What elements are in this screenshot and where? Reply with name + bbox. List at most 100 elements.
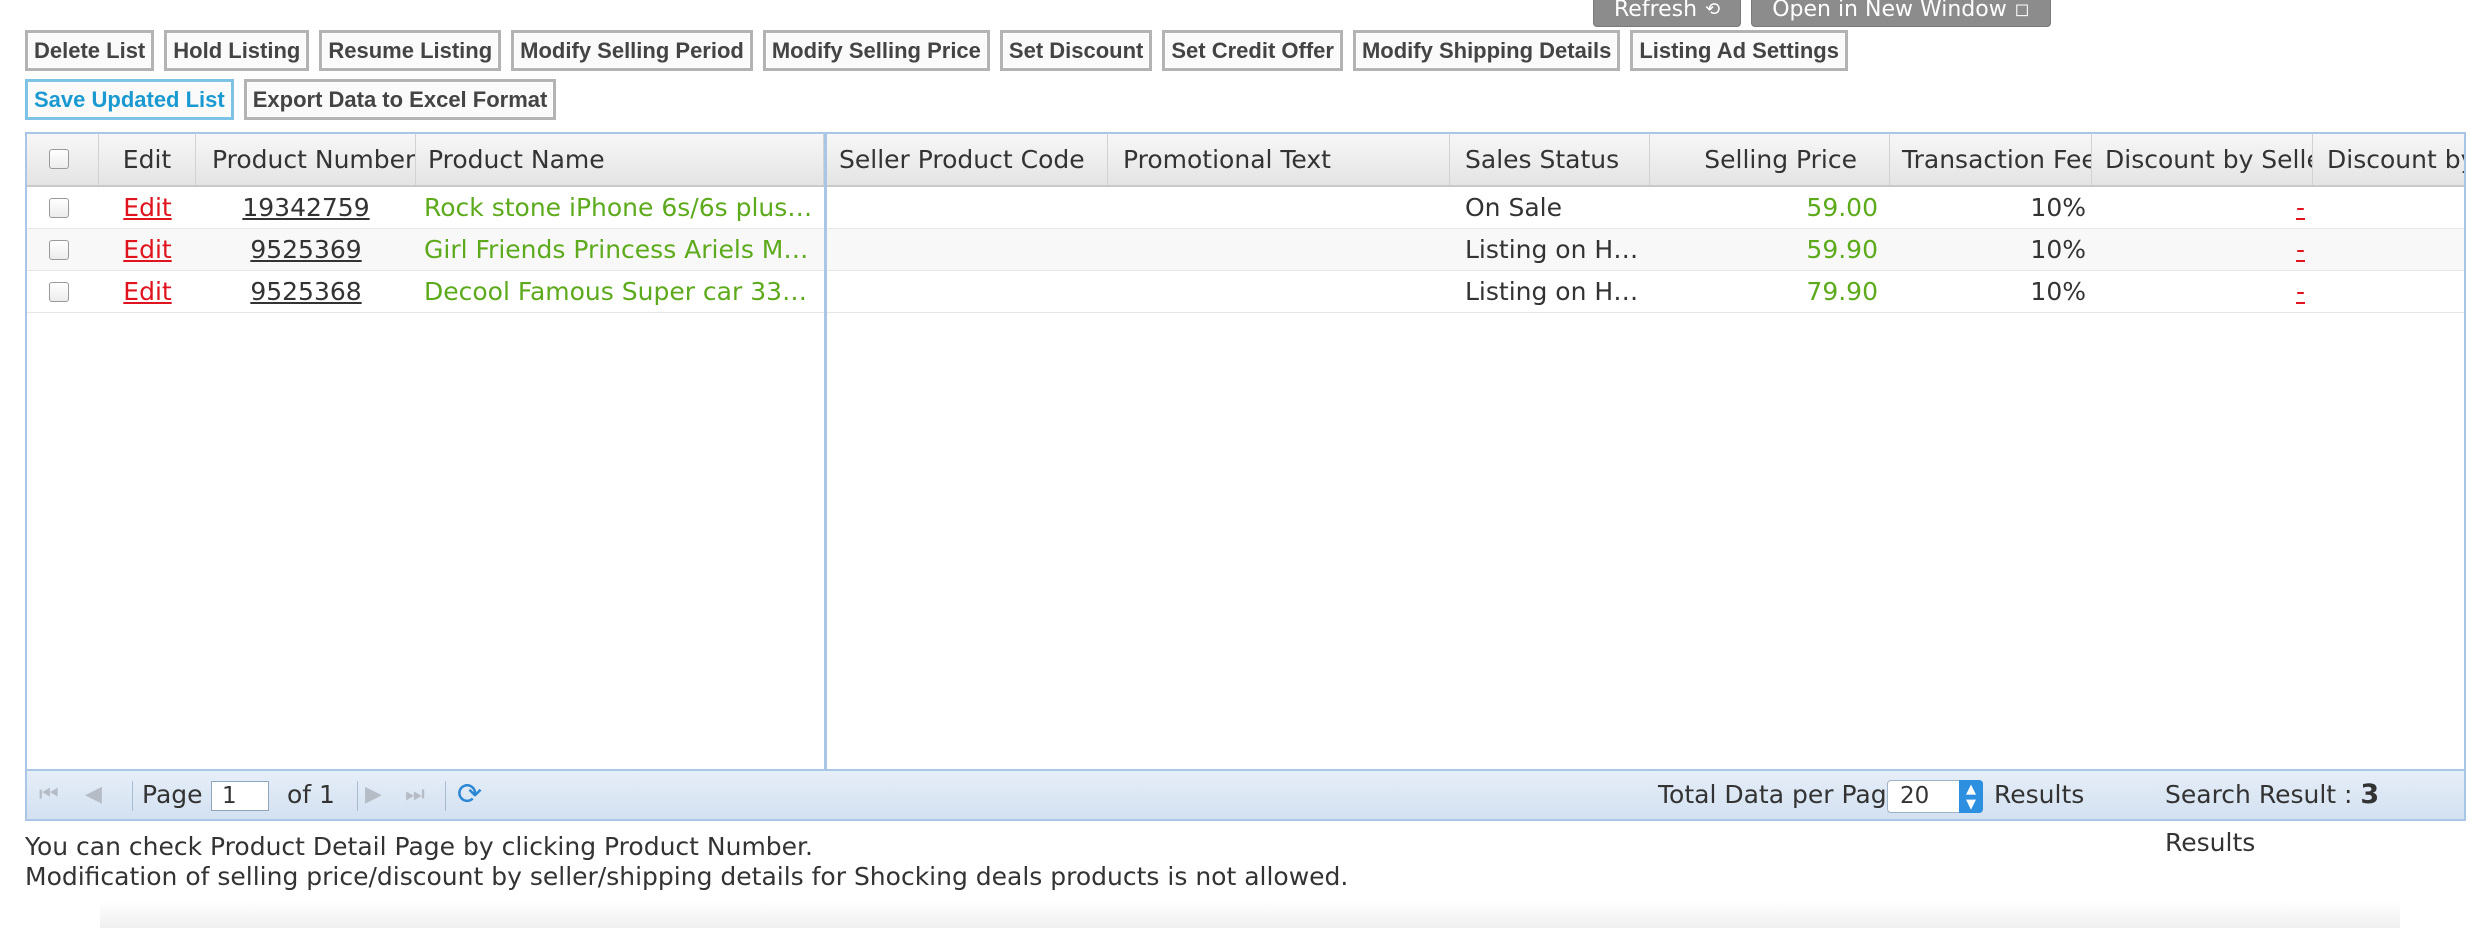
- frozen-column-splitter[interactable]: [824, 134, 827, 819]
- header-select-all-cell: [27, 134, 99, 185]
- page-label: Page: [142, 780, 203, 809]
- header-selling-price[interactable]: Selling Price: [1650, 134, 1890, 185]
- next-page-icon[interactable]: ▶: [365, 771, 382, 819]
- selling-price-cell: 79.90: [1806, 277, 1878, 306]
- table-row[interactable]: Edit 19342759 Rock stone iPhone 6s/6s pl…: [27, 187, 2464, 229]
- reload-icon[interactable]: ⟳: [457, 771, 482, 819]
- edit-link[interactable]: Edit: [99, 229, 196, 271]
- table-row[interactable]: Edit 9525368 Decool Famous Super car 333…: [27, 271, 2464, 313]
- discount-link[interactable]: -: [2296, 193, 2305, 222]
- page-count-label: of 1: [287, 780, 335, 809]
- table-row[interactable]: Edit 9525369 Girl Friends Princess Ariel…: [27, 229, 2464, 271]
- sales-status-cell: Listing on Ho…: [1465, 277, 1650, 306]
- promotional-text-cell: [1108, 271, 1450, 313]
- header-edit[interactable]: Edit: [99, 134, 196, 185]
- product-name-cell[interactable]: Decool Famous Super car 333…: [416, 271, 824, 313]
- note-shocking-deals: Modification of selling price/discount b…: [25, 862, 1349, 891]
- product-number-cell[interactable]: 9525369: [196, 229, 416, 271]
- discount-link[interactable]: -: [2296, 235, 2305, 264]
- selling-price-cell: 59.00: [1806, 193, 1878, 222]
- product-number-cell[interactable]: 19342759: [196, 187, 416, 229]
- edit-link[interactable]: Edit: [99, 187, 196, 229]
- promotional-text-cell: [1108, 187, 1450, 229]
- modify-shipping-details-button[interactable]: Modify Shipping Details: [1352, 30, 1621, 71]
- promotional-text-cell: [1108, 229, 1450, 271]
- set-credit-offer-button[interactable]: Set Credit Offer: [1162, 30, 1343, 71]
- header-discount-by[interactable]: Discount by: [2313, 134, 2464, 185]
- pager-bar: ⏮ ◀ Page 1 of 1 ▶ ⏭ ⟳ Total Data per Pag…: [27, 769, 2464, 857]
- set-discount-button[interactable]: Set Discount: [999, 30, 1153, 71]
- product-number-link[interactable]: 9525368: [250, 277, 361, 306]
- refresh-icon: ⟲: [1705, 0, 1721, 20]
- modify-selling-price-button[interactable]: Modify Selling Price: [762, 30, 990, 71]
- refresh-button[interactable]: Refresh ⟲: [1593, 0, 1742, 27]
- export-excel-button[interactable]: Export Data to Excel Format: [243, 79, 557, 120]
- selling-price-cell: 59.90: [1806, 235, 1878, 264]
- product-number-cell[interactable]: 9525368: [196, 271, 416, 313]
- pager-separator: [445, 781, 446, 811]
- sales-status-cell: Listing on Ho…: [1465, 235, 1650, 264]
- pager-separator: [132, 781, 133, 811]
- grid-header: Edit Product Number Product Name Seller …: [27, 134, 2464, 187]
- transaction-fee-cell: 10%: [2030, 193, 2086, 222]
- transaction-fee-cell: 10%: [2030, 277, 2086, 306]
- modify-selling-period-button[interactable]: Modify Selling Period: [511, 30, 753, 71]
- prev-page-icon[interactable]: ◀: [85, 771, 102, 819]
- edit-link-label[interactable]: Edit: [123, 193, 171, 222]
- product-number-link[interactable]: 19342759: [242, 193, 369, 222]
- delete-list-button[interactable]: Delete List: [25, 30, 155, 71]
- edit-link[interactable]: Edit: [99, 271, 196, 313]
- page-number-input[interactable]: 1: [211, 781, 269, 811]
- toolbar-row-2: Save Updated List Export Data to Excel F…: [25, 79, 557, 120]
- header-product-number[interactable]: Product Number: [196, 134, 416, 185]
- toolbar-row-1: Delete List Hold Listing Resume Listing …: [25, 30, 1848, 71]
- product-number-link[interactable]: 9525369: [250, 235, 361, 264]
- open-new-window-label: Open in New Window: [1772, 0, 2007, 22]
- row-checkbox[interactable]: [49, 240, 69, 260]
- edit-link-label[interactable]: Edit: [123, 277, 171, 306]
- spinner-arrows-icon: ▲ ▼: [1959, 780, 1983, 813]
- row-checkbox[interactable]: [49, 198, 69, 218]
- discount-by-seller-cell[interactable]: -: [2092, 271, 2313, 313]
- footer-shadow: [100, 900, 2400, 928]
- resume-listing-button[interactable]: Resume Listing: [319, 30, 502, 71]
- hold-listing-button[interactable]: Hold Listing: [164, 30, 310, 71]
- header-product-name[interactable]: Product Name: [416, 134, 824, 185]
- open-new-window-button[interactable]: Open in New Window ◻: [1751, 0, 2051, 27]
- per-page-label: Total Data per Page: [1658, 780, 1902, 809]
- save-updated-list-button[interactable]: Save Updated List: [25, 79, 234, 120]
- header-seller-product-code[interactable]: Seller Product Code: [827, 134, 1108, 185]
- results-label: Results: [1994, 780, 2085, 809]
- listing-ad-settings-button[interactable]: Listing Ad Settings: [1630, 30, 1848, 71]
- header-discount-by-seller[interactable]: Discount by Seller: [2092, 134, 2313, 185]
- discount-by-seller-cell[interactable]: -: [2092, 229, 2313, 271]
- product-name-cell[interactable]: Girl Friends Princess Ariels Ma…: [416, 229, 824, 271]
- product-name-cell[interactable]: Rock stone iPhone 6s/6s plus…: [416, 187, 824, 229]
- edit-link-label[interactable]: Edit: [123, 235, 171, 264]
- top-actions: Refresh ⟲ Open in New Window ◻: [1593, 0, 2051, 27]
- search-result-suffix: Results: [2165, 828, 2256, 857]
- search-result-count: 3: [2360, 779, 2380, 810]
- seller-product-code-cell: [827, 271, 1108, 313]
- header-sales-status[interactable]: Sales Status: [1450, 134, 1650, 185]
- new-window-icon: ◻: [2014, 0, 2030, 20]
- transaction-fee-cell: 10%: [2030, 235, 2086, 264]
- pager-separator: [357, 781, 358, 811]
- select-all-checkbox[interactable]: [49, 149, 69, 169]
- first-page-icon[interactable]: ⏮: [39, 771, 59, 819]
- search-result-summary: Search Result : 3 Results: [2165, 771, 2464, 857]
- per-page-select[interactable]: 20 ▲ ▼: [1887, 780, 1983, 813]
- discount-link[interactable]: -: [2296, 277, 2305, 306]
- refresh-label: Refresh: [1614, 0, 1698, 22]
- header-transaction-fee[interactable]: Transaction Fee: [1890, 134, 2092, 185]
- discount-by-seller-cell[interactable]: -: [2092, 187, 2313, 229]
- row-checkbox[interactable]: [49, 282, 69, 302]
- per-page-value: 20: [1900, 783, 1930, 809]
- last-page-icon[interactable]: ⏭: [405, 771, 425, 819]
- header-promotional-text[interactable]: Promotional Text: [1108, 134, 1450, 185]
- note-product-detail: You can check Product Detail Page by cli…: [25, 832, 813, 861]
- seller-product-code-cell: [827, 229, 1108, 271]
- seller-product-code-cell: [827, 187, 1108, 229]
- sales-status-cell: On Sale: [1465, 193, 1562, 222]
- search-result-label: Search Result :: [2165, 780, 2353, 809]
